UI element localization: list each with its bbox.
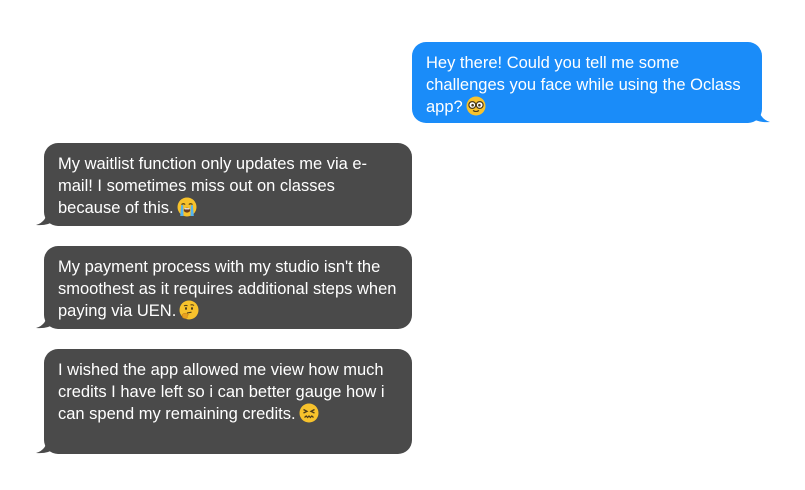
message-bubble-received: My waitlist function only updates me via… — [36, 143, 412, 226]
thinking-face-emoji — [179, 300, 199, 320]
message-bubble-received: My payment process with my studio isn't … — [36, 246, 412, 329]
message-text: I wished the app allowed me view how muc… — [58, 361, 390, 423]
bubble-tail — [750, 105, 770, 123]
message-bubble-received: I wished the app allowed me view how muc… — [36, 349, 412, 454]
bubble-tail — [36, 208, 56, 226]
confounded-face-emoji — [299, 403, 319, 423]
message-bubble-sent: Hey there! Could you tell me some challe… — [412, 42, 770, 123]
nerd-face-emoji — [466, 96, 486, 116]
bubble-tail — [36, 436, 56, 454]
message-text: My payment process with my studio isn't … — [58, 258, 402, 320]
bubble-tail — [36, 311, 56, 329]
loudly-crying-face-emoji — [177, 197, 197, 217]
message-text: My waitlist function only updates me via… — [58, 155, 368, 217]
